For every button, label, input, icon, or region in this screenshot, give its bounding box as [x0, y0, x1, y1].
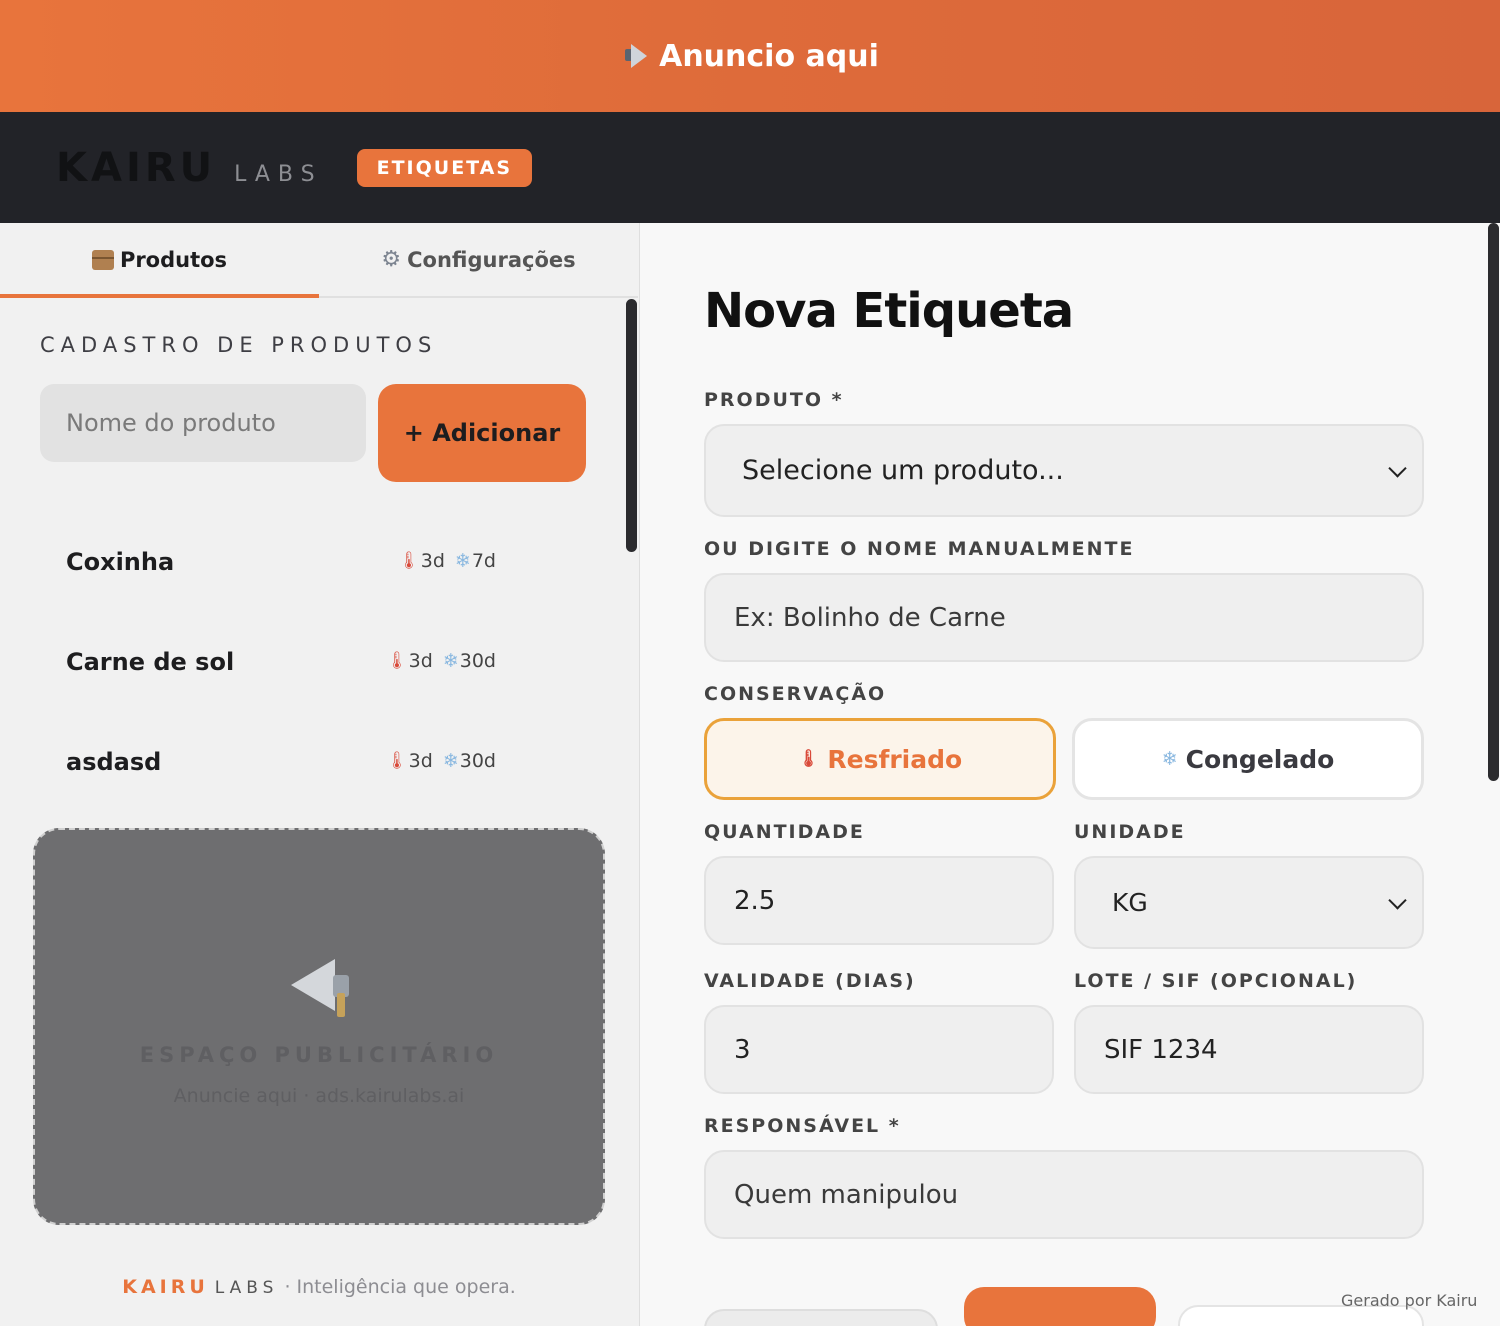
right-scrollbar[interactable] [1488, 223, 1499, 781]
page-title: Nova Etiqueta [704, 283, 1074, 339]
product-name: asdasd [66, 748, 162, 776]
product-label: PRODUTO * [704, 389, 844, 411]
banner-message: Anuncio aqui [621, 39, 879, 74]
brand-logo: KAIRU LABS [56, 145, 323, 191]
thermometer-icon: 🌡 [386, 651, 408, 671]
products-panel: Produtos ⚙ Configurações CADASTRO DE PRO… [0, 223, 640, 1326]
list-item[interactable]: asdasd 🌡 3d ❄ 30d [0, 732, 620, 832]
add-product-button[interactable]: + Adicionar [378, 384, 586, 482]
conservation-chilled-button[interactable]: 🌡 Resfriado [704, 718, 1056, 800]
thermometer-icon: 🌡 [398, 551, 420, 571]
top-ad-banner[interactable]: Anuncio aqui [0, 0, 1500, 112]
tab-label: Produtos [119, 247, 228, 272]
banner-text: Anuncio aqui [659, 38, 879, 74]
ad-space[interactable]: ESPAÇO PUBLICITÁRIO Anuncie aqui · ads.k… [33, 828, 605, 1225]
product-tags: 🌡 3d ❄ 7d [398, 550, 496, 572]
snowflake-icon: ❄ [454, 550, 471, 572]
validity-label: VALIDADE (DIAS) [704, 970, 916, 992]
megaphone-icon [621, 43, 651, 69]
conservation-frozen-button[interactable]: ❄ Congelado [1072, 718, 1424, 800]
ad-subtitle: Anuncie aqui · ads.kairulabs.ai [173, 1085, 465, 1107]
tab-label: Configurações [407, 247, 576, 272]
left-scrollbar[interactable] [626, 299, 637, 552]
footer-brand-name: KAIRU [122, 1276, 209, 1298]
unit-label: UNIDADE [1074, 821, 1186, 843]
snowflake-icon: ❄ [1161, 748, 1178, 770]
tab-configuracoes[interactable]: ⚙ Configurações [319, 223, 638, 296]
section-title: CADASTRO DE PRODUTOS [40, 333, 438, 357]
generated-by-note: Gerado por Kairu [1341, 1291, 1478, 1310]
app-badge: ETIQUETAS [356, 148, 533, 187]
chevron-down-icon [1388, 890, 1407, 910]
validity-days-input[interactable]: 3 [704, 1005, 1054, 1094]
product-name: Coxinha [66, 548, 175, 576]
quantity-label: QUANTIDADE [704, 821, 865, 843]
brand-name: KAIRU [56, 144, 217, 191]
conservation-label: CONSERVAÇÃO [704, 683, 887, 705]
secondary-action-button[interactable] [704, 1309, 938, 1326]
snowflake-icon: ❄ [442, 650, 459, 672]
footer-tagline: · Inteligência que opera. [284, 1276, 516, 1298]
list-item[interactable]: Carne de sol 🌡 3d ❄ 30d [0, 632, 620, 732]
ad-title: ESPAÇO PUBLICITÁRIO [139, 1043, 499, 1067]
label-form-panel: Nova Etiqueta PRODUTO * Selecione um pro… [640, 223, 1500, 1326]
lot-sif-input[interactable]: SIF 1234 [1074, 1005, 1424, 1094]
quantity-input[interactable]: 2.5 [704, 856, 1054, 945]
list-item[interactable]: Coxinha 🌡 3d ❄ 7d [0, 532, 620, 632]
manual-name-label: OU DIGITE O NOME MANUALMENTE [704, 538, 1135, 560]
snowflake-icon: ❄ [442, 750, 459, 772]
app-header: KAIRU LABS ETIQUETAS [0, 112, 1500, 223]
gear-icon: ⚙ [381, 247, 402, 272]
product-select[interactable]: Selecione um produto... [704, 424, 1424, 517]
product-name-input[interactable] [40, 384, 366, 462]
panel-tabs: Produtos ⚙ Configurações [0, 223, 638, 298]
package-icon [91, 249, 114, 270]
brand-suffix: LABS [234, 161, 323, 187]
chevron-down-icon [1388, 458, 1407, 478]
product-tags: 🌡 3d ❄ 30d [386, 750, 496, 772]
thermometer-icon: 🌡 [797, 749, 820, 769]
manual-name-input[interactable]: Ex: Bolinho de Carne [704, 573, 1424, 662]
responsible-input[interactable]: Quem manipulou [704, 1150, 1424, 1239]
megaphone-icon [291, 953, 357, 1019]
product-tags: 🌡 3d ❄ 30d [386, 650, 496, 672]
thermometer-icon: 🌡 [386, 751, 408, 771]
unit-select[interactable]: KG [1074, 856, 1424, 949]
footer-brand: KAIRU LABS · Inteligência que opera. [0, 1276, 638, 1298]
lot-label: LOTE / SIF (OPCIONAL) [1074, 970, 1358, 992]
responsible-label: RESPONSÁVEL * [704, 1115, 901, 1137]
product-name: Carne de sol [66, 648, 235, 676]
tab-produtos[interactable]: Produtos [0, 223, 319, 298]
primary-action-button[interactable] [964, 1287, 1156, 1326]
footer-brand-suffix: LABS [214, 1278, 279, 1298]
